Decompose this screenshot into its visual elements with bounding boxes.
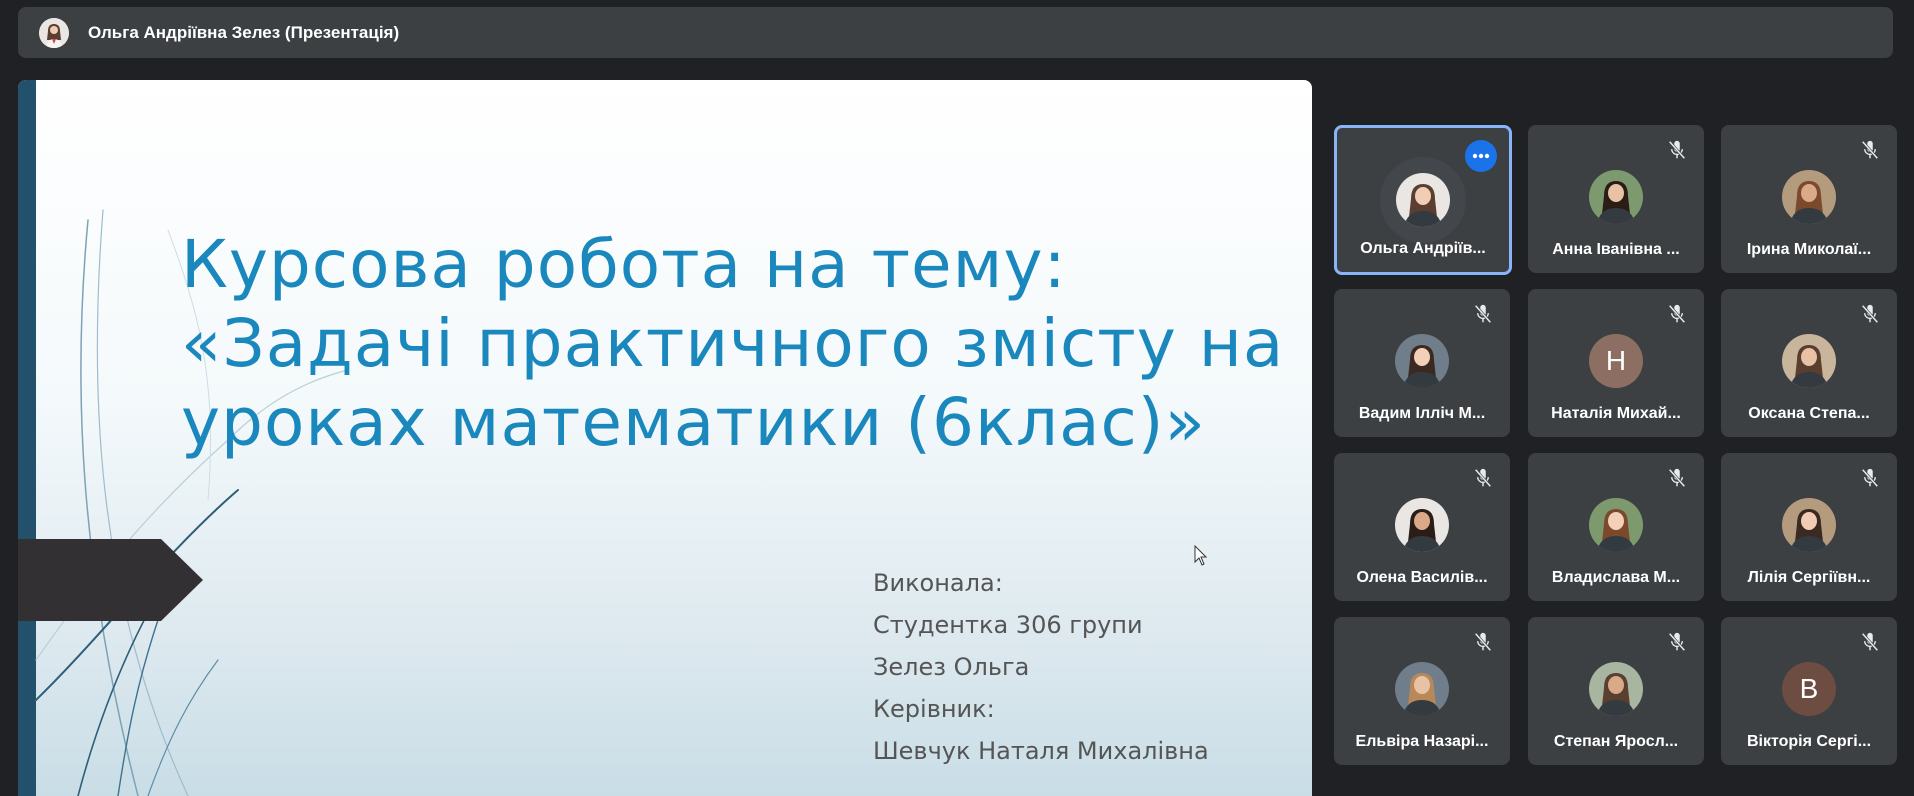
presenter-avatar bbox=[39, 17, 69, 48]
mic-off-icon bbox=[1859, 139, 1881, 161]
more-options-icon[interactable] bbox=[1465, 140, 1497, 172]
heading-line: «Задачі практичного змісту на bbox=[181, 305, 1285, 382]
participant-avatar-photo bbox=[1782, 334, 1836, 388]
author-line: Студентка 306 групи bbox=[873, 611, 1143, 639]
mic-off-icon bbox=[1859, 467, 1881, 489]
participant-tile[interactable]: Ірина Миколаї... bbox=[1721, 125, 1897, 273]
shared-slide: Курсова робота на тему: «Задачі практичн… bbox=[18, 80, 1312, 796]
author-line: Зелез Ольга bbox=[873, 653, 1030, 681]
participant-name: Наталія Михай... bbox=[1551, 405, 1681, 422]
participant-name: Олена Василів... bbox=[1356, 569, 1488, 586]
participant-name: Вадим Ілліч М... bbox=[1358, 405, 1486, 422]
participant-avatar-letter: Н bbox=[1589, 334, 1643, 388]
participant-avatar-photo bbox=[1395, 334, 1449, 388]
presenter-bar: Ольга Андріївна Зелез (Презентація) bbox=[18, 7, 1893, 58]
mic-off-icon bbox=[1859, 303, 1881, 325]
participant-tile[interactable]: Анна Іванівна ... bbox=[1528, 125, 1704, 273]
participant-tile[interactable]: Олена Василів... bbox=[1334, 453, 1510, 601]
participant-tile[interactable]: Оксана Степа... bbox=[1721, 289, 1897, 437]
mic-off-icon bbox=[1666, 467, 1688, 489]
participant-avatar-photo bbox=[1396, 173, 1450, 227]
mic-off-icon bbox=[1666, 139, 1688, 161]
participant-tile[interactable]: Н Наталія Михай... bbox=[1528, 289, 1704, 437]
slide-heading: Курсова робота на тему: «Задачі практичн… bbox=[181, 225, 1285, 462]
mouse-cursor-icon bbox=[1194, 545, 1208, 566]
participant-avatar-photo bbox=[1782, 170, 1836, 224]
participant-name: Лілія Сергіївн... bbox=[1747, 569, 1871, 586]
slide-arrow-shape bbox=[18, 539, 203, 621]
participant-avatar-photo bbox=[1395, 498, 1449, 552]
mic-off-icon bbox=[1666, 303, 1688, 325]
participant-name: Ельвіра Назарі... bbox=[1355, 733, 1489, 750]
participant-avatar-photo bbox=[1589, 498, 1643, 552]
participant-avatar-photo bbox=[1782, 498, 1836, 552]
participant-name: Вікторія Сергі... bbox=[1746, 733, 1872, 750]
participant-tile[interactable]: Лілія Сергіївн... bbox=[1721, 453, 1897, 601]
heading-line: уроках математики (6клас)» bbox=[181, 384, 1206, 461]
mic-off-icon bbox=[1472, 631, 1494, 653]
participant-tile[interactable]: Вадим Ілліч М... bbox=[1334, 289, 1510, 437]
participant-avatar-letter: В bbox=[1782, 662, 1836, 716]
participant-avatar-photo bbox=[1589, 170, 1643, 224]
mic-off-icon bbox=[1666, 631, 1688, 653]
author-line: Виконала: bbox=[873, 569, 1003, 597]
author-line: Шевчук Наталя Михалівна bbox=[873, 737, 1209, 765]
participant-tile[interactable]: Владислава М... bbox=[1528, 453, 1704, 601]
participant-name: Ольга Андріїв... bbox=[1360, 240, 1486, 257]
heading-line: Курсова робота на тему: bbox=[181, 226, 1067, 303]
presentation-title: Ольга Андріївна Зелез (Презентація) bbox=[88, 22, 400, 42]
participant-name: Анна Іванівна ... bbox=[1552, 241, 1680, 258]
participant-name: Оксана Степа... bbox=[1748, 405, 1870, 422]
mic-off-icon bbox=[1472, 467, 1494, 489]
slide-author-block: Виконала: Студентка 306 групи Зелез Ольг… bbox=[873, 562, 1209, 772]
author-line: Керівник: bbox=[873, 695, 995, 723]
participant-tile[interactable]: Ольга Андріїв... bbox=[1334, 125, 1512, 275]
participant-tile[interactable]: Степан Яросл... bbox=[1528, 617, 1704, 765]
participant-avatar-photo bbox=[1395, 662, 1449, 716]
participant-name: Степан Яросл... bbox=[1553, 733, 1679, 750]
mic-off-icon bbox=[1472, 303, 1494, 325]
participant-avatar-photo bbox=[1589, 662, 1643, 716]
participant-tile[interactable]: Ельвіра Назарі... bbox=[1334, 617, 1510, 765]
participant-tile[interactable]: В Вікторія Сергі... bbox=[1721, 617, 1897, 765]
participant-name: Владислава М... bbox=[1551, 569, 1681, 586]
mic-off-icon bbox=[1859, 631, 1881, 653]
participant-name: Ірина Миколаї... bbox=[1746, 241, 1872, 258]
